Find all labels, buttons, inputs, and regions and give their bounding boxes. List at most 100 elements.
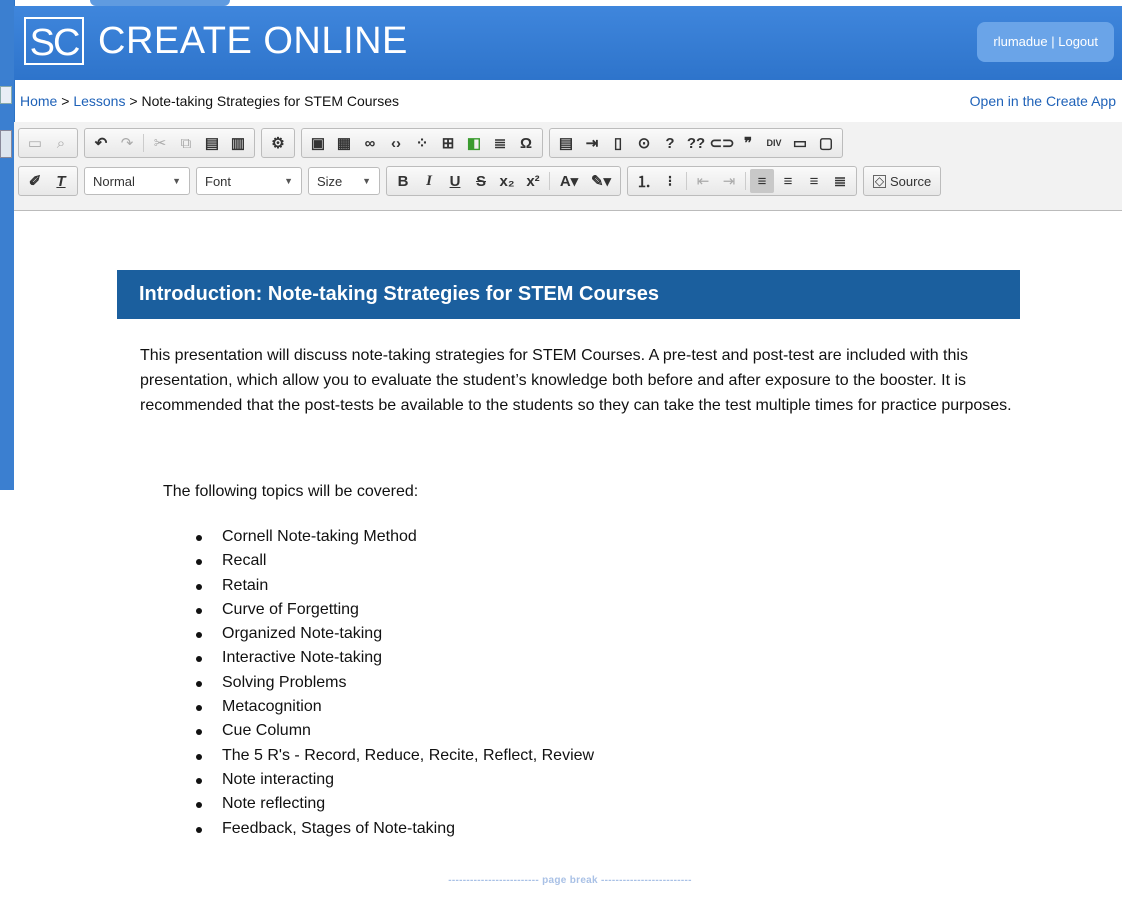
- create-online-app: SC CREATE ONLINE rlumadue | Logout Home …: [14, 0, 1122, 901]
- align-right-icon[interactable]: ≡: [802, 169, 826, 193]
- play-icon[interactable]: ⊙: [632, 131, 656, 155]
- align-left-icon[interactable]: ≡: [750, 169, 774, 193]
- source-button[interactable]: ◇ Source: [863, 166, 942, 196]
- settings-icon[interactable]: ⚙: [266, 131, 290, 155]
- numbered-list-icon[interactable]: ⒈: [632, 169, 656, 193]
- copy-icon[interactable]: ⧉: [174, 131, 198, 155]
- table-icon[interactable]: ⊞: [436, 131, 460, 155]
- question-icon[interactable]: ?: [658, 131, 682, 155]
- text-color-icon[interactable]: A▾: [554, 169, 584, 193]
- logout-link[interactable]: Logout: [1058, 34, 1098, 49]
- app-header: SC CREATE ONLINE rlumadue | Logout: [14, 6, 1122, 80]
- toolbar-group-document: ▭ ⌕: [18, 128, 78, 158]
- list-item: Note interacting: [195, 768, 594, 792]
- horizontal-line-icon[interactable]: ≣: [488, 131, 512, 155]
- highlight-icon[interactable]: ✎▾: [586, 169, 616, 193]
- background-window: [0, 0, 15, 901]
- superscript-icon[interactable]: x²: [521, 169, 545, 193]
- source-button-inner: ◇ Source: [867, 174, 937, 189]
- chevron-down-icon: ▼: [362, 176, 371, 186]
- toolbar-group-insert: ▣ ▦ ∞ ‹› ⁘ ⊞ ◧ ≣ Ω: [301, 128, 543, 158]
- redo-icon[interactable]: ↷: [115, 131, 139, 155]
- image-icon[interactable]: ▣: [306, 131, 330, 155]
- size-select[interactable]: Size ▼: [308, 167, 380, 195]
- list-item: Recall: [195, 549, 594, 573]
- paste-icon[interactable]: ▤: [200, 131, 224, 155]
- list-item: Interactive Note-taking: [195, 646, 594, 670]
- page-break-marker: ------------------------- page break ---…: [448, 875, 692, 886]
- bold-icon[interactable]: B: [391, 169, 415, 193]
- align-center-icon[interactable]: ≡: [776, 169, 800, 193]
- italic-icon[interactable]: I: [417, 169, 441, 193]
- document-icon[interactable]: ▯: [606, 131, 630, 155]
- breadcrumb-lessons[interactable]: Lessons: [73, 93, 125, 109]
- template-icon[interactable]: ▤: [554, 131, 578, 155]
- double-question-icon[interactable]: ??: [684, 131, 708, 155]
- font-select-value: Font: [205, 173, 232, 189]
- remove-format-icon[interactable]: T: [49, 169, 73, 193]
- cut-icon[interactable]: ✂: [148, 131, 172, 155]
- open-in-create-app-link[interactable]: Open in the Create App: [970, 93, 1116, 109]
- breadcrumb-separator: >: [129, 93, 138, 109]
- source-icon: ◇: [873, 173, 886, 188]
- justify-icon[interactable]: ≣: [828, 169, 852, 193]
- topics-list: Cornell Note-taking Method Recall Retain…: [195, 525, 594, 841]
- list-item: Cue Column: [195, 719, 594, 743]
- list-item: Curve of Forgetting: [195, 598, 594, 622]
- user-menu-separator: |: [1051, 34, 1055, 49]
- special-char-icon[interactable]: Ω: [514, 131, 538, 155]
- save-icon[interactable]: ▭: [23, 131, 47, 155]
- embed-code-icon[interactable]: ‹›: [384, 131, 408, 155]
- hr-box-icon[interactable]: ▭: [788, 131, 812, 155]
- plugin-icon[interactable]: ⁘: [410, 131, 434, 155]
- source-button-label: Source: [890, 173, 932, 189]
- paste-text-icon[interactable]: ▥: [226, 131, 250, 155]
- list-item: Metacognition: [195, 695, 594, 719]
- toolbar-group-text-style: B I U S x₂ x² A▾ ✎▾: [386, 166, 621, 196]
- toolbar-group-clipboard: ↶ ↷ ✂ ⧉ ▤ ▥: [84, 128, 255, 158]
- strike-icon[interactable]: S: [469, 169, 493, 193]
- toolbar-row-2: ✐ T Normal ▼ Font ▼ Size ▼ B I U S x₂ x²: [18, 166, 947, 196]
- breadcrumb-home[interactable]: Home: [20, 93, 57, 109]
- link-icon[interactable]: ∞: [358, 131, 382, 155]
- chevron-down-icon: ▼: [172, 176, 181, 186]
- app-logo[interactable]: SC CREATE ONLINE: [24, 16, 408, 66]
- page-icon[interactable]: ▢: [814, 131, 838, 155]
- breadcrumb-current: Note-taking Strategies for STEM Courses: [141, 93, 399, 109]
- editor-content[interactable]: Introduction: Note-taking Strategies for…: [14, 211, 1122, 901]
- outdent-icon[interactable]: ⇤: [691, 169, 715, 193]
- font-select[interactable]: Font ▼: [196, 167, 302, 195]
- username-link[interactable]: rlumadue: [993, 34, 1047, 49]
- underline-icon[interactable]: U: [443, 169, 467, 193]
- intro-heading: Introduction: Note-taking Strategies for…: [117, 270, 1020, 319]
- chevron-down-icon: ▼: [284, 176, 293, 186]
- subscript-icon[interactable]: x₂: [495, 169, 519, 193]
- book-icon[interactable]: ◧: [462, 131, 486, 155]
- bullet-list-icon[interactable]: ⁝: [658, 169, 682, 193]
- format-select[interactable]: Normal ▼: [84, 167, 190, 195]
- toolbar-group-blocks: ▤ ⇥ ▯ ⊙ ? ?? ⊂⊃ ❞ DIV ▭ ▢: [549, 128, 843, 158]
- list-item: Note reflecting: [195, 792, 594, 816]
- quote-icon[interactable]: ❞: [736, 131, 760, 155]
- breadcrumb-separator: >: [61, 93, 70, 109]
- breadcrumb-bar: Home > Lessons > Note-taking Strategies …: [14, 80, 1122, 123]
- anchor-icon[interactable]: ⊂⊃: [709, 131, 734, 155]
- undo-icon[interactable]: ↶: [89, 131, 113, 155]
- list-item: Feedback, Stages of Note-taking: [195, 817, 594, 841]
- flash-icon[interactable]: ▦: [332, 131, 356, 155]
- toolbar-group-paragraph: ⒈ ⁝ ⇤ ⇥ ≡ ≡ ≡ ≣: [627, 166, 857, 196]
- breadcrumb: Home > Lessons > Note-taking Strategies …: [20, 93, 399, 109]
- toolbar-row-1: ▭ ⌕ ↶ ↷ ✂ ⧉ ▤ ▥ ⚙ ▣ ▦ ∞ ‹› ⁘ ⊞ ◧ ≣ Ω ▤ ⇥…: [18, 128, 849, 158]
- toolbar-group-settings: ⚙: [261, 128, 295, 158]
- indent-block-icon[interactable]: ⇥: [580, 131, 604, 155]
- clear-format-icon[interactable]: ✐: [23, 169, 47, 193]
- div-icon[interactable]: DIV: [762, 131, 786, 155]
- indent-icon[interactable]: ⇥: [717, 169, 741, 193]
- editor-toolbar: ▭ ⌕ ↶ ↷ ✂ ⧉ ▤ ▥ ⚙ ▣ ▦ ∞ ‹› ⁘ ⊞ ◧ ≣ Ω ▤ ⇥…: [14, 122, 1122, 211]
- user-menu: rlumadue | Logout: [977, 22, 1114, 62]
- preview-icon[interactable]: ⌕: [49, 131, 73, 155]
- app-title: CREATE ONLINE: [98, 19, 408, 62]
- list-item: Retain: [195, 574, 594, 598]
- toolbar-separator: [745, 172, 746, 190]
- list-item: The 5 R's - Record, Reduce, Recite, Refl…: [195, 744, 594, 768]
